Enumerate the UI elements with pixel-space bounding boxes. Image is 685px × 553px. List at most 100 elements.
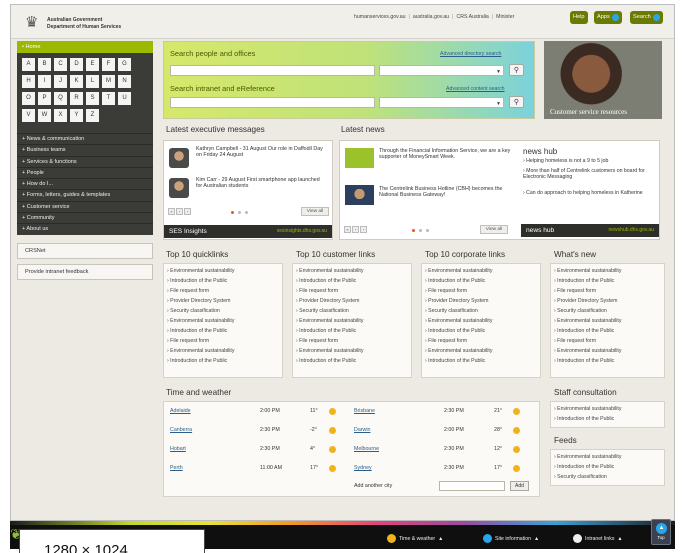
list-item[interactable]: › Introduction of the Public [164, 356, 282, 366]
sidebar-item[interactable]: + About us [17, 223, 153, 234]
government-logo[interactable]: ♛ Australian Government Department of Hu… [25, 14, 145, 34]
list-item[interactable]: › File request form [293, 336, 411, 346]
city-link[interactable]: Brisbane [354, 408, 375, 414]
letter-o[interactable]: O [22, 92, 35, 105]
list-item[interactable]: › Provider Directory System [293, 296, 411, 306]
news-item-1[interactable]: Through the Financial Information Servic… [379, 148, 511, 161]
list-item[interactable]: › Provider Directory System [164, 296, 282, 306]
footer-intranet-links[interactable]: Intranet links ▲ [573, 533, 623, 544]
list-item[interactable]: › Security classification [551, 472, 664, 482]
letter-r[interactable]: R [70, 92, 83, 105]
first-icon[interactable]: « [344, 226, 351, 233]
letter-l[interactable]: L [86, 75, 99, 88]
letter-f[interactable]: F [102, 58, 115, 71]
letter-d[interactable]: D [70, 58, 83, 71]
list-item[interactable]: › Environmental sustainability [551, 266, 664, 276]
news-item-2[interactable]: The Centrelink Business Hotline (CBH) be… [379, 186, 511, 199]
next-icon[interactable]: › [360, 226, 367, 233]
sidebar-item[interactable]: + Forms, letters, guides & templates [17, 189, 153, 200]
exec-pager[interactable]: «‹ › [168, 208, 191, 215]
exec-view-all[interactable]: View all [301, 207, 329, 216]
letter-w[interactable]: W [38, 109, 51, 122]
nav-home[interactable]: • Home [17, 41, 153, 53]
footer-time-weather[interactable]: Time & weather ▲ [387, 533, 443, 544]
letter-h[interactable]: H [22, 75, 35, 88]
list-item[interactable]: › File request form [422, 336, 540, 346]
letter-v[interactable]: V [22, 109, 35, 122]
letter-p[interactable]: P [38, 92, 51, 105]
back-to-top-button[interactable]: ▲ Top [651, 519, 671, 545]
letter-x[interactable]: X [54, 109, 67, 122]
letter-y[interactable]: Y [70, 109, 83, 122]
list-item[interactable]: › File request form [164, 286, 282, 296]
list-item[interactable]: › File request form [422, 286, 540, 296]
list-item[interactable]: › Security classification [422, 306, 540, 316]
prev-icon[interactable]: ‹ [352, 226, 359, 233]
letter-n[interactable]: N [118, 75, 131, 88]
add-city-input[interactable] [439, 481, 505, 491]
list-item[interactable]: › Introduction of the Public [293, 356, 411, 366]
next-icon[interactable]: › [184, 208, 191, 215]
ses-insights-bar[interactable]: SES Insights sesinsights.dhs.gov.au [164, 225, 332, 238]
list-item[interactable]: › Environmental sustainability [164, 316, 282, 326]
letter-u[interactable]: U [118, 92, 131, 105]
apps-button[interactable]: Apps [594, 11, 622, 24]
news-hub-item-2[interactable]: › More than half of Centrelink customers… [523, 168, 658, 181]
letter-g[interactable]: G [118, 58, 131, 71]
list-item[interactable]: › Provider Directory System [422, 296, 540, 306]
list-item[interactable]: › Environmental sustainability [551, 404, 664, 414]
city-link[interactable]: Adelaide [170, 408, 191, 414]
help-button[interactable]: Help [570, 11, 588, 24]
list-item[interactable]: › Introduction of the Public [422, 276, 540, 286]
letter-t[interactable]: T [102, 92, 115, 105]
top-link-minister[interactable]: Minister [496, 14, 514, 20]
list-item[interactable]: › Introduction of the Public [293, 326, 411, 336]
intranet-search-button[interactable]: ⚲ [509, 96, 524, 108]
search-button[interactable]: Search [630, 11, 663, 24]
list-item[interactable]: › Environmental sustainability [422, 346, 540, 356]
news-view-all[interactable]: View all [480, 225, 508, 234]
letter-k[interactable]: K [70, 75, 83, 88]
list-item[interactable]: › Provider Directory System [551, 296, 664, 306]
city-link[interactable]: Canberra [170, 427, 192, 433]
crsnet-link[interactable]: CRSNet [17, 242, 153, 259]
letter-e[interactable]: E [86, 58, 99, 71]
list-item[interactable]: › Security classification [551, 306, 664, 316]
list-item[interactable]: › File request form [551, 286, 664, 296]
people-search-button[interactable]: ⚲ [509, 64, 524, 76]
city-link[interactable]: Perth [170, 465, 183, 471]
news-pager[interactable]: «‹ › [344, 226, 367, 233]
news-hub-bar[interactable]: news hub newshub.dhs.gov.au [521, 224, 659, 237]
sidebar-item[interactable]: + Business teams [17, 144, 153, 155]
letter-i[interactable]: I [38, 75, 51, 88]
letter-q[interactable]: Q [54, 92, 67, 105]
list-item[interactable]: › Introduction of the Public [551, 414, 664, 424]
list-item[interactable]: › Environmental sustainability [422, 316, 540, 326]
add-city-button[interactable]: Add [510, 481, 529, 491]
intranet-search-input[interactable] [170, 97, 375, 108]
list-item[interactable]: › Environmental sustainability [551, 346, 664, 356]
prev-icon[interactable]: ‹ [176, 208, 183, 215]
list-item[interactable]: › Environmental sustainability [293, 266, 411, 276]
first-icon[interactable]: « [168, 208, 175, 215]
sidebar-item[interactable]: + News & communication [17, 133, 153, 144]
list-item[interactable]: › Introduction of the Public [164, 326, 282, 336]
letter-a[interactable]: A [22, 58, 35, 71]
list-item[interactable]: › File request form [551, 336, 664, 346]
list-item[interactable]: › Introduction of the Public [551, 326, 664, 336]
moneysmart-image[interactable] [345, 148, 374, 168]
list-item[interactable]: › Security classification [293, 306, 411, 316]
sidebar-item[interactable]: + Customer service [17, 200, 153, 212]
list-item[interactable]: › Environmental sustainability [293, 316, 411, 326]
top-link-humanservices[interactable]: humanservices.gov.au [354, 14, 406, 20]
advanced-directory-link[interactable]: Advanced directory search [440, 51, 501, 57]
people-search-select[interactable]: ▼ [379, 65, 504, 76]
customer-service-photo[interactable]: Customer service resources [544, 41, 662, 119]
top-link-crs[interactable]: CRS Australia [457, 14, 489, 20]
list-item[interactable]: › Security classification [164, 306, 282, 316]
list-item[interactable]: › Environmental sustainability [164, 346, 282, 356]
list-item[interactable]: › Introduction of the Public [422, 326, 540, 336]
list-item[interactable]: › File request form [293, 286, 411, 296]
city-link[interactable]: Darwin [354, 427, 370, 433]
sidebar-item[interactable]: + People [17, 166, 153, 178]
